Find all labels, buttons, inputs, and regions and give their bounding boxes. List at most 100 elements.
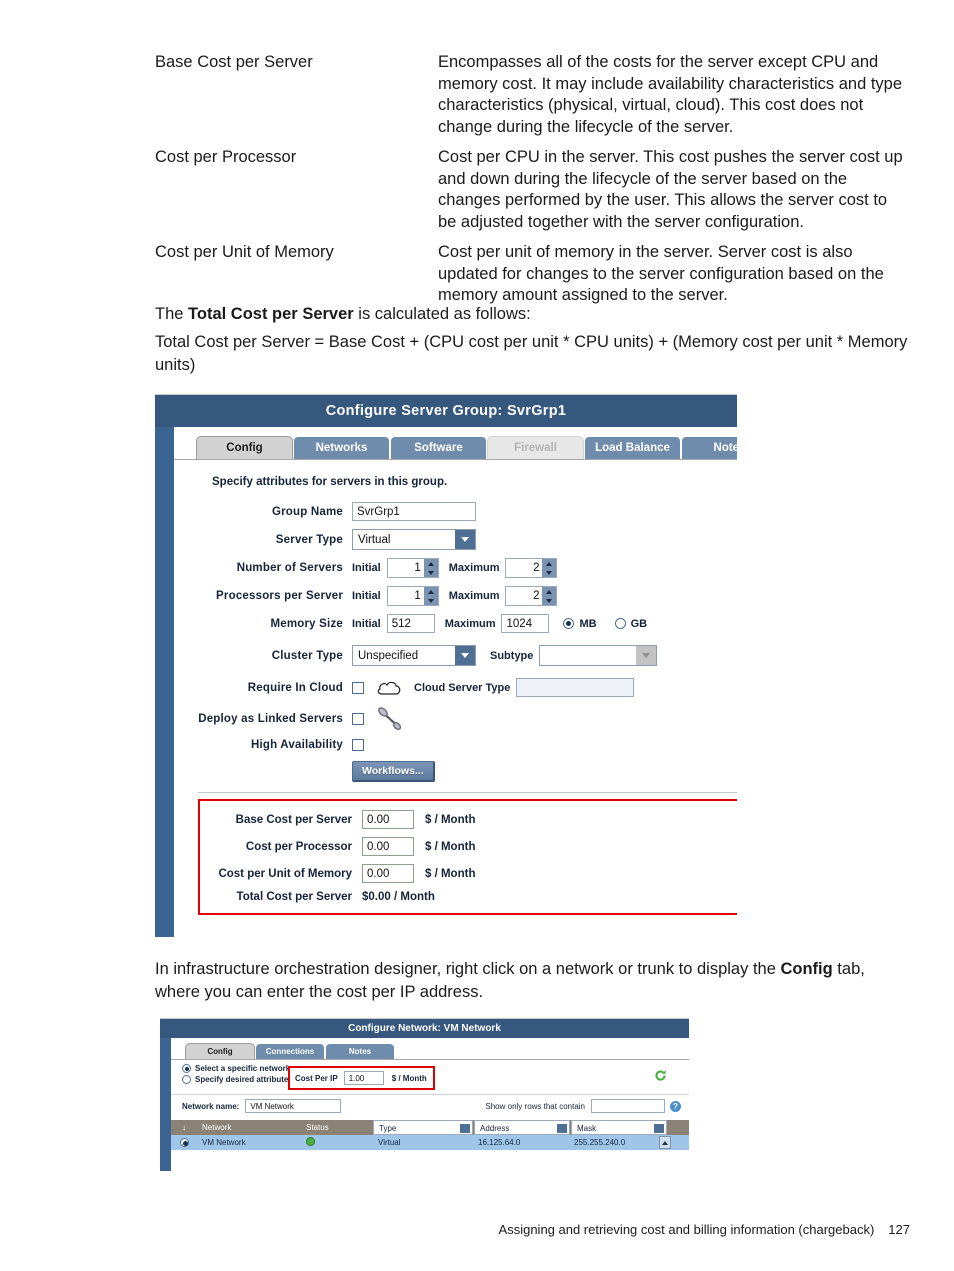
- radio-option-desired-attributes[interactable]: Specify desired attributes: [182, 1075, 293, 1084]
- designer-text-pre: In infrastructure orchestration designer…: [155, 960, 781, 978]
- cloud-icon: [376, 680, 402, 696]
- designer-paragraph: In infrastructure orchestration designer…: [155, 958, 910, 1004]
- stepper-down-icon[interactable]: [424, 568, 438, 577]
- processor-cost-input[interactable]: 0.00: [362, 837, 414, 856]
- definition-term: Cost per Unit of Memory: [155, 243, 334, 261]
- network-name-input[interactable]: VM Network: [245, 1099, 342, 1113]
- formula-paragraph: Total Cost per Server = Base Cost + (CPU…: [155, 333, 908, 374]
- deploy-as-linked-servers-checkbox[interactable]: [352, 713, 364, 725]
- tab-load-balance[interactable]: Load Balance: [584, 436, 681, 459]
- network-dialog-title: Configure Network: VM Network: [160, 1019, 689, 1038]
- server-type-select[interactable]: Virtual: [352, 529, 476, 550]
- network-tab-notes[interactable]: Notes: [325, 1043, 395, 1059]
- network-tab-config[interactable]: Config: [185, 1043, 255, 1059]
- stepper-up-icon[interactable]: [424, 587, 438, 596]
- number-of-servers-initial-value: 1: [414, 562, 421, 574]
- network-tab-connections[interactable]: Connections: [255, 1043, 325, 1059]
- intro-text-pre: The: [155, 305, 189, 323]
- processors-maximum-stepper[interactable]: 2: [505, 586, 558, 606]
- processors-initial-stepper[interactable]: 1: [386, 586, 439, 606]
- memory-unit-mb-label: MB: [579, 617, 597, 630]
- subtype-select[interactable]: [539, 645, 658, 666]
- memory-unit-mb-option[interactable]: MB: [563, 618, 614, 630]
- column-header-mask[interactable]: Mask: [571, 1120, 667, 1135]
- processors-maximum-value: 2: [533, 590, 540, 602]
- radio-mb-icon[interactable]: [563, 618, 575, 629]
- number-of-servers-initial-stepper[interactable]: 1: [386, 558, 439, 578]
- base-cost-input[interactable]: 0.00: [362, 810, 414, 829]
- row-mask: 255.255.240.0: [574, 1138, 626, 1147]
- table-row[interactable]: VM Network Virtual 16.125.64.0 255.255.2…: [171, 1135, 689, 1150]
- row-select-radio[interactable]: [171, 1138, 197, 1148]
- stepper-up-icon[interactable]: [542, 559, 556, 568]
- tab-networks[interactable]: Networks: [293, 436, 390, 459]
- scroll-up-button[interactable]: [659, 1136, 671, 1149]
- stepper-buttons[interactable]: [542, 559, 557, 577]
- definition-list: Base Cost per Server Encompasses all of …: [155, 52, 910, 316]
- workflows-button[interactable]: Workflows...: [352, 761, 435, 782]
- stepper-down-icon[interactable]: [542, 596, 556, 605]
- tab-config[interactable]: Config: [196, 436, 293, 459]
- stepper-buttons[interactable]: [423, 587, 438, 605]
- stepper-down-icon[interactable]: [542, 568, 556, 577]
- memory-unit-gb-label: GB: [630, 617, 648, 630]
- initial-label: Initial: [352, 617, 381, 630]
- processor-cost-unit: $ / Month: [425, 840, 476, 853]
- memory-unit-gb-option[interactable]: GB: [614, 617, 666, 630]
- cost-per-ip-label: Cost Per IP: [295, 1073, 338, 1083]
- radio-desired-attributes-icon[interactable]: [182, 1075, 191, 1084]
- column-header-status[interactable]: Status: [301, 1123, 373, 1132]
- memory-maximum-input[interactable]: 1024: [501, 614, 550, 633]
- memory-cost-unit: $ / Month: [425, 867, 476, 880]
- total-cost-label: Total Cost per Server: [236, 891, 352, 903]
- refresh-icon[interactable]: [654, 1069, 667, 1087]
- row-network-name: VM Network: [202, 1138, 246, 1147]
- number-of-servers-maximum-stepper[interactable]: 2: [505, 558, 558, 578]
- stepper-down-icon[interactable]: [424, 596, 438, 605]
- base-cost-label: Base Cost per Server: [235, 813, 352, 826]
- row-type: Virtual: [378, 1138, 401, 1147]
- server-dialog-left-rail: [155, 427, 174, 937]
- column-header-address[interactable]: Address: [474, 1120, 570, 1135]
- network-name-label: Network name:: [182, 1101, 240, 1111]
- radio-specific-network-label: Select a specific network: [195, 1064, 291, 1073]
- definition-description: Cost per unit of memory in the server. S…: [438, 243, 884, 304]
- cost-per-ip-input[interactable]: 1.00: [343, 1071, 384, 1085]
- cost-row-processor: Cost per Processor 0.00 $ / Month: [200, 837, 737, 856]
- memory-cost-input[interactable]: 0.00: [362, 864, 414, 883]
- footer-text: Assigning and retrieving cost and billin…: [498, 1222, 875, 1237]
- memory-size-row: Memory Size Initial 512 Maximum 1024 MB …: [174, 614, 737, 633]
- stepper-buttons[interactable]: [423, 559, 438, 577]
- column-header-network[interactable]: Network: [197, 1123, 301, 1132]
- help-icon[interactable]: ?: [670, 1100, 681, 1112]
- group-name-row: Group Name SvrGrp1: [174, 502, 737, 521]
- chevron-down-icon: [455, 646, 475, 665]
- stepper-up-icon[interactable]: [424, 559, 438, 568]
- column-header-type[interactable]: Type: [373, 1120, 473, 1135]
- deploy-as-linked-servers-row: Deploy as Linked Servers: [174, 707, 737, 731]
- tab-notes[interactable]: Notes: [681, 436, 737, 459]
- radio-gb-icon[interactable]: [614, 618, 626, 629]
- chevron-down-icon: [636, 646, 657, 665]
- number-of-servers-row: Number of Servers Initial 1 Maximum 2: [174, 558, 737, 578]
- network-table: ↓ Network Status Type Address Mask VM Ne…: [171, 1120, 689, 1150]
- server-type-value: Virtual: [358, 533, 391, 546]
- configure-network-screenshot: Configure Network: VM Network Config Con…: [160, 1018, 689, 1171]
- cluster-type-select[interactable]: Unspecified: [352, 645, 476, 666]
- group-name-input[interactable]: SvrGrp1: [352, 502, 476, 521]
- require-in-cloud-checkbox[interactable]: [352, 681, 364, 694]
- filter-input[interactable]: [591, 1099, 665, 1113]
- processors-per-server-row: Processors per Server Initial 1 Maximum …: [174, 586, 737, 606]
- high-availability-checkbox[interactable]: [352, 739, 364, 751]
- memory-initial-input[interactable]: 512: [386, 614, 435, 633]
- radio-option-specific-network[interactable]: Select a specific network: [182, 1064, 293, 1073]
- stepper-up-icon[interactable]: [542, 587, 556, 596]
- server-dialog-tabstrip: Config Networks Software Firewall Load B…: [174, 427, 737, 459]
- radio-specific-network-icon[interactable]: [182, 1064, 191, 1073]
- tab-software[interactable]: Software: [390, 436, 487, 459]
- network-config-body: Select a specific network Specify desire…: [171, 1060, 689, 1150]
- cloud-server-type-input[interactable]: [516, 678, 635, 697]
- form-hint: Specify attributes for servers in this g…: [212, 476, 448, 488]
- stepper-buttons[interactable]: [542, 587, 557, 605]
- cost-row-base: Base Cost per Server 0.00 $ / Month: [200, 810, 737, 829]
